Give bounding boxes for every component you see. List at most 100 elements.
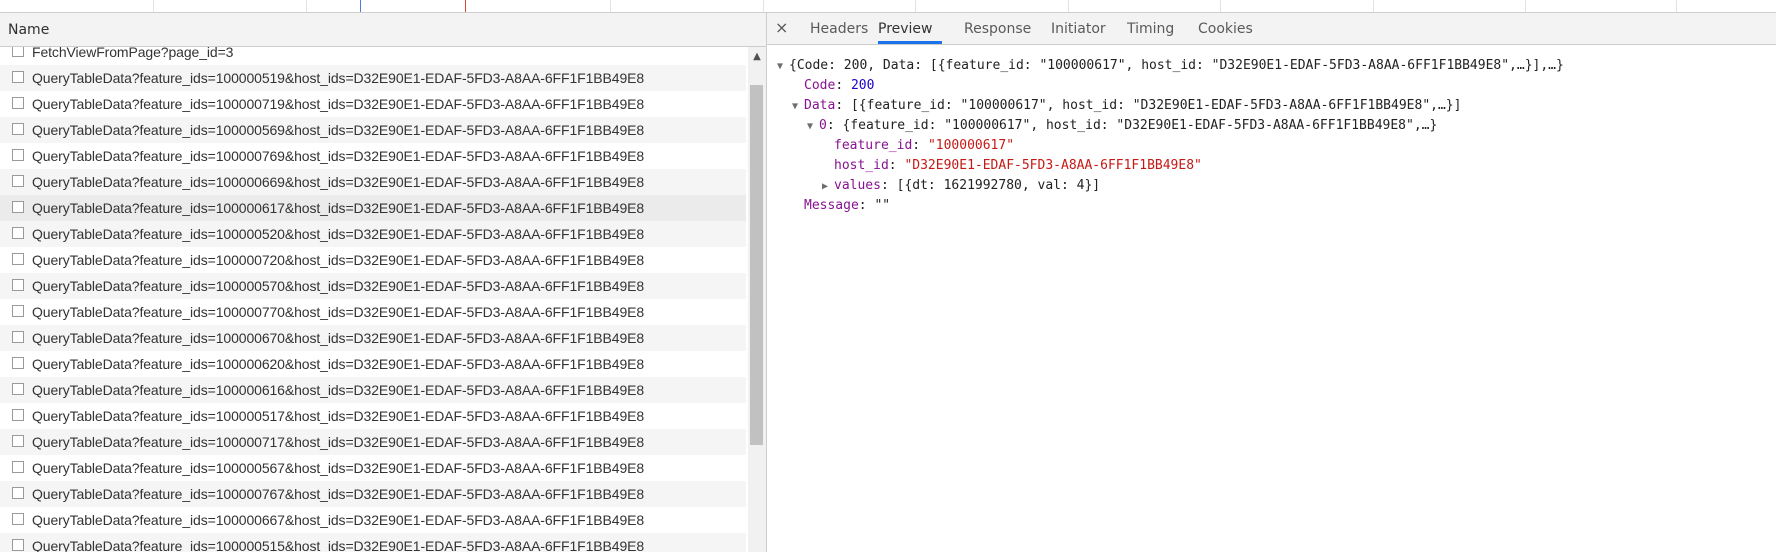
request-type-icon <box>12 305 24 317</box>
message-key: Message <box>804 198 859 213</box>
colon: : <box>835 78 844 93</box>
request-type-icon <box>12 461 24 473</box>
data-key: Data <box>804 98 836 113</box>
timeline-gridline <box>306 0 307 12</box>
json-root-node[interactable]: ▼ {Code: 200, Data: [{feature_id: "100000… <box>777 58 1564 73</box>
request-row[interactable]: QueryTableData?feature_ids=100000520&hos… <box>0 221 746 247</box>
request-row[interactable]: FetchViewFromPage?page_id=3 <box>0 47 746 65</box>
timeline-gridline <box>153 0 154 12</box>
collapsed-triangle-icon[interactable]: ▶ <box>822 181 834 192</box>
request-type-icon <box>12 279 24 291</box>
timeline-gridline <box>763 0 764 12</box>
expanded-triangle-icon[interactable]: ▼ <box>807 121 819 132</box>
tab-headers[interactable]: Headers <box>810 21 868 37</box>
request-type-icon <box>12 175 24 187</box>
request-name: QueryTableData?feature_ids=100000717&hos… <box>32 434 645 450</box>
request-row[interactable]: QueryTableData?feature_ids=100000669&hos… <box>0 169 746 195</box>
request-row[interactable]: QueryTableData?feature_ids=100000569&hos… <box>0 117 746 143</box>
request-name: QueryTableData?feature_ids=100000616&hos… <box>32 382 645 398</box>
message-value: "" <box>874 198 891 213</box>
request-row[interactable]: QueryTableData?feature_ids=100000617&hos… <box>0 195 746 221</box>
request-row[interactable]: QueryTableData?feature_ids=100000517&hos… <box>0 403 746 429</box>
request-type-icon <box>12 409 24 421</box>
request-type-icon <box>12 435 24 447</box>
close-icon[interactable]: × <box>775 18 788 37</box>
code-value: 200 <box>850 78 875 93</box>
json-item-0-node[interactable]: ▼ 0: {feature_id: "100000617", host_id: "… <box>807 118 1437 133</box>
request-row[interactable]: QueryTableData?feature_ids=100000567&hos… <box>0 455 746 481</box>
timeline-gridline <box>1373 0 1374 12</box>
request-list: FetchViewFromPage?page_id=3 QueryTableDat… <box>0 47 746 552</box>
network-timeline-overview[interactable] <box>0 0 1776 13</box>
code-key: Code <box>804 78 836 93</box>
json-code-row: Code: 200 <box>804 78 874 93</box>
colon: : <box>888 158 897 173</box>
timeline-gridline <box>1220 0 1221 12</box>
request-type-icon <box>12 253 24 265</box>
request-row[interactable]: QueryTableData?feature_ids=100000620&hos… <box>0 351 746 377</box>
detail-tab-bar: × Headers Preview Response Initiator Tim… <box>767 13 1776 45</box>
request-row[interactable]: QueryTableData?feature_ids=100000670&hos… <box>0 325 746 351</box>
request-type-icon <box>12 149 24 161</box>
request-type-icon <box>12 47 24 57</box>
colon: : <box>835 98 844 113</box>
request-name: QueryTableData?feature_ids=100000667&hos… <box>32 512 645 528</box>
request-name: QueryTableData?feature_ids=100000567&hos… <box>32 460 645 476</box>
tab-response[interactable]: Response <box>964 21 1031 37</box>
root-summary: {Code: 200, Data: [{feature_id: "1000006… <box>789 58 1564 73</box>
colon: : <box>880 178 889 193</box>
expanded-triangle-icon[interactable]: ▼ <box>777 61 789 72</box>
request-type-icon <box>12 357 24 369</box>
timeline-dom-content-loaded-marker <box>360 0 361 12</box>
request-row[interactable]: QueryTableData?feature_ids=100000570&hos… <box>0 273 746 299</box>
colon: : <box>826 118 835 133</box>
request-name: QueryTableData?feature_ids=100000669&hos… <box>32 174 645 190</box>
colon: : <box>912 138 921 153</box>
name-column-label: Name <box>8 22 50 38</box>
request-type-icon <box>12 513 24 525</box>
request-type-icon <box>12 331 24 343</box>
tab-initiator[interactable]: Initiator <box>1051 21 1106 37</box>
scroll-up-arrow-icon[interactable]: ▲ <box>748 49 766 65</box>
scrollbar-thumb[interactable] <box>750 85 763 445</box>
request-list-scrollbar[interactable]: ▲ <box>748 47 766 552</box>
data-summary: [{feature_id: "100000617", host_id: "D32… <box>850 98 1462 113</box>
request-type-icon <box>12 123 24 135</box>
active-tab-indicator <box>878 41 942 44</box>
timeline-gridline <box>610 0 611 12</box>
request-row[interactable]: QueryTableData?feature_ids=100000719&hos… <box>0 91 746 117</box>
json-data-node[interactable]: ▼ Data: [{feature_id: "100000617", host_i… <box>792 98 1461 113</box>
timeline-gridline <box>1068 0 1069 12</box>
json-values-node[interactable]: ▶ values: [{dt: 1621992780, val: 4}] <box>822 178 1100 193</box>
request-name: FetchViewFromPage?page_id=3 <box>32 47 234 60</box>
request-name: QueryTableData?feature_ids=100000569&hos… <box>32 122 645 138</box>
request-row[interactable]: QueryTableData?feature_ids=100000515&hos… <box>0 533 746 552</box>
item-0-key: 0 <box>819 118 827 133</box>
feature-id-key: feature_id <box>834 138 913 153</box>
request-name: QueryTableData?feature_ids=100000670&hos… <box>32 330 645 346</box>
name-column-header[interactable]: Name <box>0 13 766 47</box>
request-type-icon <box>12 487 24 499</box>
request-row[interactable]: QueryTableData?feature_ids=100000717&hos… <box>0 429 746 455</box>
request-list-panel: Name FetchViewFromPage?page_id=3 QueryTab… <box>0 13 767 552</box>
request-name: QueryTableData?feature_ids=100000620&hos… <box>32 356 645 372</box>
request-name: QueryTableData?feature_ids=100000769&hos… <box>32 148 645 164</box>
tab-timing[interactable]: Timing <box>1127 21 1174 37</box>
request-row[interactable]: QueryTableData?feature_ids=100000616&hos… <box>0 377 746 403</box>
values-key: values <box>834 178 881 193</box>
request-row[interactable]: QueryTableData?feature_ids=100000720&hos… <box>0 247 746 273</box>
json-host-id-row: host_id: "D32E90E1-EDAF-5FD3-A8AA-6FF1F1… <box>834 158 1202 173</box>
expanded-triangle-icon[interactable]: ▼ <box>792 101 804 112</box>
request-row[interactable]: QueryTableData?feature_ids=100000667&hos… <box>0 507 746 533</box>
request-row[interactable]: QueryTableData?feature_ids=100000767&hos… <box>0 481 746 507</box>
request-name: QueryTableData?feature_ids=100000517&hos… <box>32 408 645 424</box>
request-row[interactable]: QueryTableData?feature_ids=100000519&hos… <box>0 65 746 91</box>
request-name: QueryTableData?feature_ids=100000519&hos… <box>32 70 645 86</box>
request-row[interactable]: QueryTableData?feature_ids=100000770&hos… <box>0 299 746 325</box>
colon: : <box>858 198 867 213</box>
tab-cookies[interactable]: Cookies <box>1198 21 1253 37</box>
request-row[interactable]: QueryTableData?feature_ids=100000769&hos… <box>0 143 746 169</box>
request-name: QueryTableData?feature_ids=100000719&hos… <box>32 96 645 112</box>
tab-preview[interactable]: Preview <box>878 21 933 37</box>
request-type-icon <box>12 383 24 395</box>
